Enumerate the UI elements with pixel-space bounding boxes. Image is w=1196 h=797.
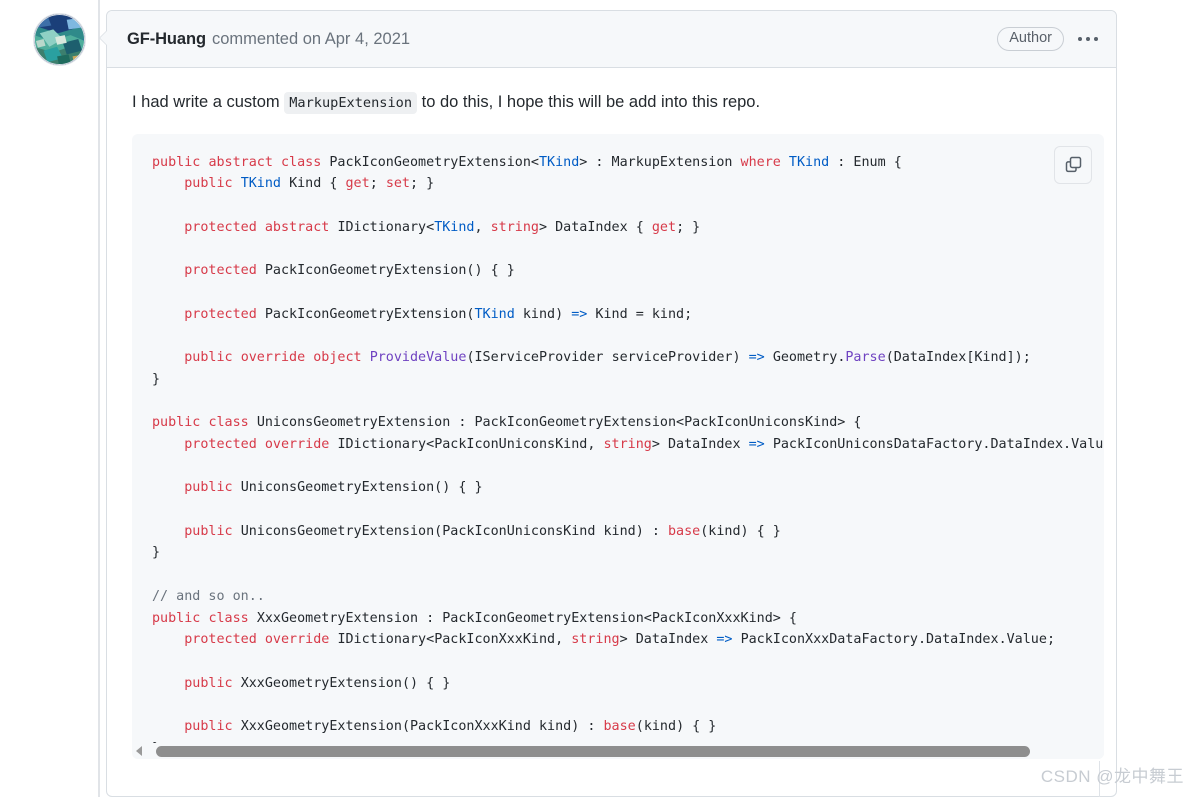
comment-header: GF-Huang commented on Apr 4, 2021 Author bbox=[107, 11, 1116, 68]
comment-timestamp: commented on Apr 4, 2021 bbox=[211, 29, 411, 48]
avatar[interactable] bbox=[33, 13, 86, 66]
copy-icon bbox=[1065, 157, 1081, 173]
comment-author-name[interactable]: GF-Huang bbox=[127, 30, 206, 49]
paragraph-text-after: to do this, I hope this will be add into… bbox=[421, 93, 761, 111]
watermark-caret bbox=[1099, 761, 1100, 797]
kebab-dot bbox=[1086, 37, 1090, 41]
kebab-horizontal-icon[interactable] bbox=[1076, 33, 1100, 45]
comment-card: GF-Huang commented on Apr 4, 2021 Author… bbox=[106, 10, 1117, 797]
code-scroll-viewport: public abstract class PackIconGeometryEx… bbox=[132, 134, 1104, 743]
avatar-image bbox=[34, 14, 85, 65]
paragraph-text-before: I had write a custom bbox=[132, 93, 280, 111]
comment-bubble-arrow-inner bbox=[100, 30, 108, 46]
scrollbar-thumb[interactable] bbox=[156, 745, 1030, 757]
comment-paragraph: I had write a custom MarkupExtension to … bbox=[132, 90, 1098, 115]
kebab-dot bbox=[1094, 37, 1098, 41]
scrollbar-track[interactable] bbox=[146, 742, 1104, 759]
page-root: GF-Huang commented on Apr 4, 2021 Author… bbox=[0, 0, 1196, 797]
code-block: public abstract class PackIconGeometryEx… bbox=[132, 133, 1104, 759]
comment-body: I had write a custom MarkupExtension to … bbox=[107, 90, 1116, 759]
copy-code-button[interactable] bbox=[1054, 145, 1092, 184]
comment-meta: GF-Huang commented on Apr 4, 2021 bbox=[127, 30, 997, 49]
inline-code-markupextension: MarkupExtension bbox=[284, 92, 418, 114]
code-horizontal-scrollbar[interactable] bbox=[132, 742, 1104, 759]
triangle-left-icon[interactable] bbox=[132, 743, 146, 759]
code-content: public abstract class PackIconGeometryEx… bbox=[152, 154, 1104, 743]
comment-header-actions: Author bbox=[997, 26, 1100, 52]
author-badge: Author bbox=[997, 26, 1064, 52]
thread-timeline-line bbox=[98, 0, 100, 797]
kebab-dot bbox=[1078, 37, 1082, 41]
